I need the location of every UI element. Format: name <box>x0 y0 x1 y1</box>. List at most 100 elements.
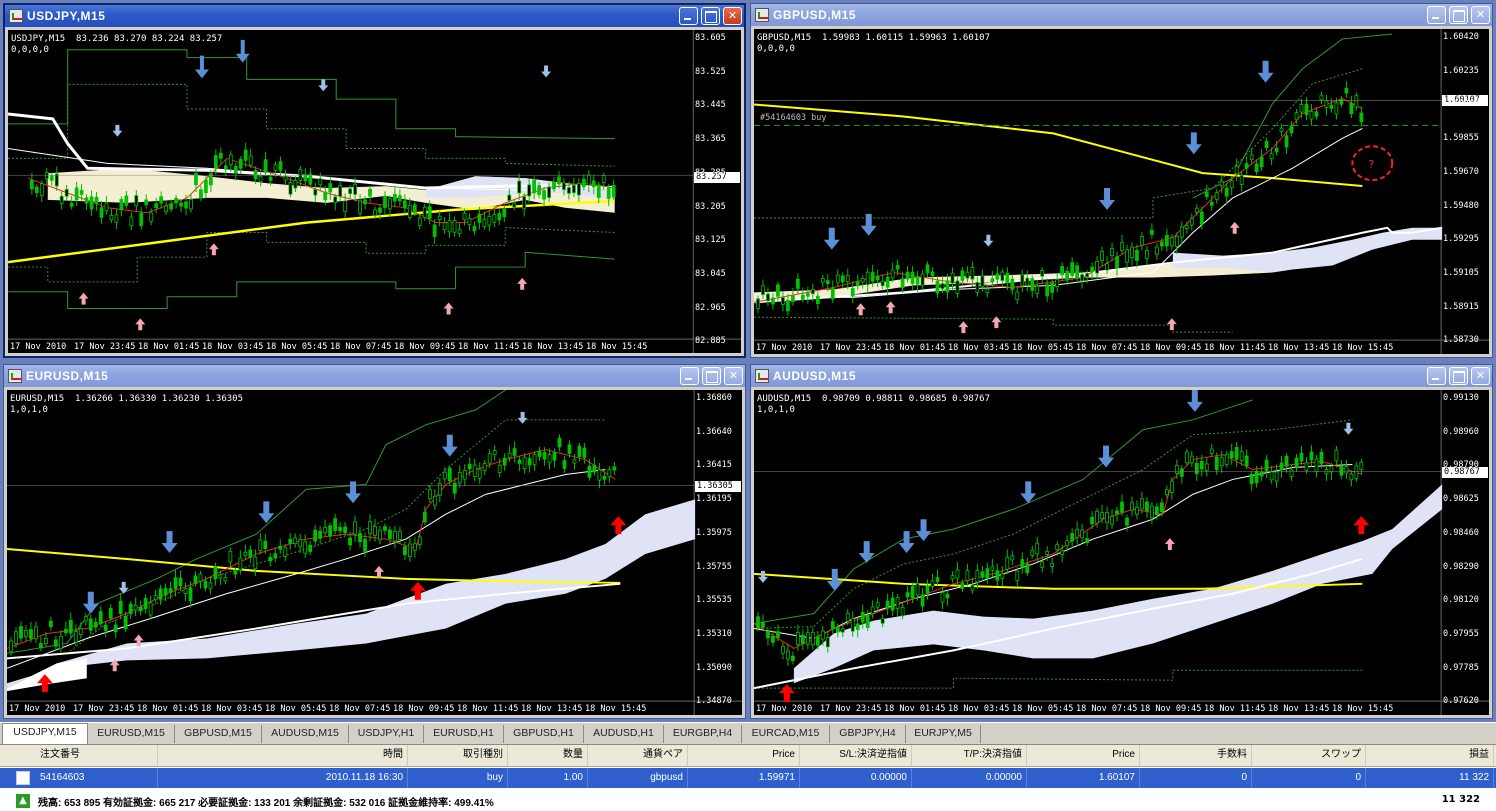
candle-body <box>970 585 975 591</box>
time-axis-label: 18 Nov 07:45 <box>1076 704 1138 714</box>
candle-body <box>955 280 960 294</box>
candle-body <box>447 468 452 482</box>
minimize-button[interactable] <box>1427 6 1446 24</box>
candle-body <box>119 199 124 211</box>
candle-body <box>53 639 58 647</box>
minimize-button[interactable] <box>1427 367 1446 385</box>
price-axis-label: 1.59670 <box>1443 166 1479 177</box>
price-axis-label: 1.59295 <box>1443 234 1479 245</box>
price-chart[interactable]: EURUSD,M15 1.36266 1.36330 1.36230 1.363… <box>7 390 742 715</box>
window-titlebar[interactable]: EURUSD,M15 <box>4 365 745 387</box>
chart-tab[interactable]: USDJPY,M15 <box>2 723 88 744</box>
chart-tab[interactable]: AUDUSD,M15 <box>262 725 349 743</box>
chart-tab[interactable]: GBPUSD,M15 <box>175 725 262 743</box>
candle-body <box>308 544 313 552</box>
chart-icon <box>755 8 769 22</box>
maximize-button[interactable] <box>1449 367 1468 385</box>
candle-body <box>124 195 129 206</box>
candle-body <box>1294 112 1299 121</box>
order-cell: 1.00 <box>508 768 588 788</box>
candle-body <box>1359 112 1364 123</box>
column-header[interactable]: 数量 <box>508 745 588 766</box>
chart-tab[interactable]: GBPJPY,H4 <box>830 725 906 743</box>
candle-body <box>303 541 308 554</box>
column-header[interactable]: 通貨ペア <box>588 745 688 766</box>
maximize-button[interactable] <box>701 7 720 25</box>
column-header[interactable]: 注文番号 <box>36 745 158 766</box>
close-button[interactable] <box>1471 367 1490 385</box>
price-axis-label: 1.35975 <box>696 527 732 538</box>
candle-body <box>34 186 39 194</box>
time-axis-label: 17 Nov 23:45 <box>73 704 135 714</box>
candle-body <box>173 577 178 590</box>
price-axis-label: 1.36640 <box>696 426 732 437</box>
maximize-button[interactable] <box>702 367 721 385</box>
candle-body <box>258 175 263 182</box>
price-chart[interactable]: USDJPY,M15 83.236 83.270 83.224 83.257 0… <box>8 30 741 353</box>
candle-body <box>577 445 582 457</box>
column-header[interactable]: 手数料 <box>1140 745 1252 766</box>
chart-window-gbpusd[interactable]: GBPUSD,M15 ? <box>750 3 1493 358</box>
chart-window-audusd[interactable]: AUDUSD,M15 ✕ AUDUSD,M15 0.98709 0.98811 … <box>750 364 1493 719</box>
candle-body <box>1229 451 1234 459</box>
maximize-button[interactable] <box>1449 6 1468 24</box>
candle-body <box>1194 207 1199 213</box>
chart-tab[interactable]: EURGBP,H4 <box>664 725 742 743</box>
candle-body <box>840 628 845 633</box>
candle-body <box>1100 512 1104 519</box>
candle-body <box>363 199 367 205</box>
candle-body <box>1050 282 1055 293</box>
candle-body <box>118 600 123 614</box>
candle-body <box>935 280 940 294</box>
order-row[interactable]: 54164603 2010.11.18 16:30 buy 1.00 gbpusd 1.5… <box>0 768 1496 788</box>
chart-tab[interactable]: GBPUSD,H1 <box>504 725 584 743</box>
candle-body <box>1194 463 1199 475</box>
window-titlebar[interactable]: AUDUSD,M15 <box>751 365 1492 387</box>
chart-window-eurusd[interactable]: EURUSD,M15 ✕ EURUSD,M15 1.36266 1.36330 … <box>3 364 746 719</box>
candle-body <box>1040 270 1045 277</box>
candle-body <box>467 463 472 470</box>
column-header[interactable]: Price <box>688 745 800 766</box>
window-titlebar[interactable]: USDJPY,M15 <box>5 5 744 27</box>
chart-tab[interactable]: EURCAD,M15 <box>742 725 830 743</box>
column-header[interactable]: スワップ <box>1252 745 1366 766</box>
chart-tab[interactable]: EURUSD,M15 <box>88 725 175 743</box>
candle-body <box>910 586 915 599</box>
candle-body <box>1299 452 1304 462</box>
column-header[interactable]: 取引種別 <box>408 745 508 766</box>
candle-body <box>29 179 34 190</box>
chart-tab[interactable]: EURJPY,M5 <box>906 725 981 743</box>
chart-tab[interactable]: AUDUSD,H1 <box>584 725 664 743</box>
window-titlebar[interactable]: GBPUSD,M15 <box>751 4 1492 26</box>
close-button[interactable] <box>724 367 743 385</box>
chart-window-usdjpy[interactable]: USDJPY,M15 ✕ USDJPY,M15 83.236 83.270 83… <box>3 3 746 358</box>
column-header[interactable]: S/L:決済逆指値 <box>800 745 912 766</box>
price-chart[interactable]: AUDUSD,M15 0.98709 0.98811 0.98685 0.987… <box>754 390 1489 715</box>
chart-tab[interactable]: EURUSD,H1 <box>424 725 504 743</box>
candle-body <box>1169 480 1174 493</box>
minimize-button[interactable] <box>679 7 698 25</box>
candle-body <box>123 615 128 630</box>
price-chart[interactable]: ? GBPUSD,M15 1.59983 1.60115 1.59963 1.6… <box>754 29 1489 354</box>
price-axis-label: 1.36195 <box>696 494 732 505</box>
column-header[interactable]: 損益 <box>1366 745 1494 766</box>
candle-body <box>596 184 601 198</box>
candle-body <box>945 280 950 293</box>
candle-body <box>492 214 497 223</box>
candle-body <box>1020 559 1025 568</box>
chart-tab[interactable]: USDJPY,H1 <box>349 725 424 743</box>
minimize-button[interactable] <box>680 367 699 385</box>
candle-body <box>860 611 865 623</box>
candle-body <box>522 196 527 210</box>
account-summary: 残高: 653 895 有効証拠金: 665 217 必要証拠金: 133 20… <box>38 798 494 809</box>
candle-body <box>995 570 1000 581</box>
close-button[interactable] <box>723 7 742 25</box>
column-header[interactable]: 時間 <box>158 745 408 766</box>
time-axis-label: 17 Nov 2010 <box>10 342 67 352</box>
candle-body <box>805 632 810 645</box>
candle-body <box>1150 229 1154 235</box>
candle-body <box>328 183 333 193</box>
column-header[interactable]: T/P:決済指値 <box>912 745 1027 766</box>
close-button[interactable] <box>1471 6 1490 24</box>
column-header[interactable]: Price <box>1027 745 1140 766</box>
